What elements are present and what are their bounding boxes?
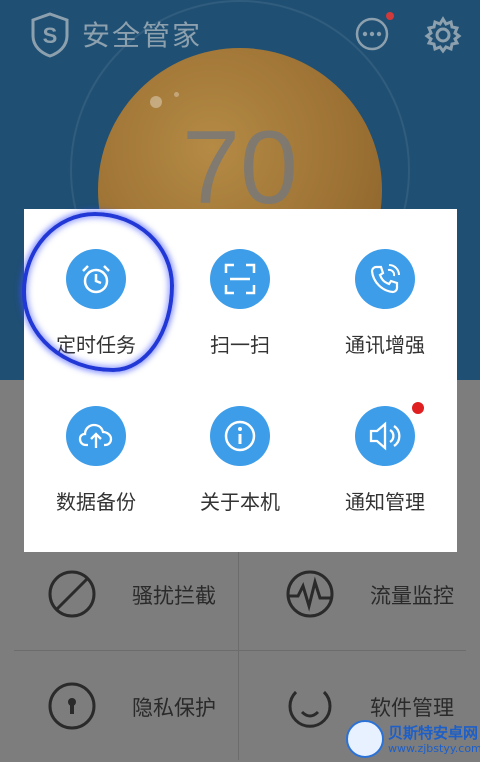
tile-label: 流量监控 — [370, 584, 454, 608]
new-badge-dot — [412, 402, 424, 414]
security-score: 70 — [182, 110, 298, 226]
info-icon — [224, 420, 256, 452]
tile-privacy-protection[interactable]: 隐私保护 — [16, 660, 242, 752]
action-label: 通知管理 — [345, 490, 425, 514]
action-about-device[interactable]: 关于本机 — [168, 366, 312, 526]
watermark: 贝斯特安卓网 www.zjbstyy.com — [346, 718, 480, 762]
tile-harassment-block[interactable]: 骚扰拦截 — [16, 548, 242, 640]
divider — [14, 650, 466, 651]
phone-enhance-icon — [370, 264, 400, 294]
privacy-lock-icon — [48, 682, 96, 730]
decor-dot — [150, 96, 162, 108]
action-icon-circle — [66, 406, 126, 466]
action-notification-management[interactable]: 通知管理 — [313, 366, 457, 526]
action-label: 扫一扫 — [210, 333, 270, 357]
action-icon-circle — [210, 249, 270, 309]
app-title: 安全管家 — [82, 19, 203, 52]
action-icon-circle — [210, 406, 270, 466]
tile-label: 隐私保护 — [132, 696, 216, 720]
watermark-title: 贝斯特安卓网 — [388, 724, 479, 742]
action-label: 数据备份 — [56, 490, 136, 514]
svg-text:S: S — [43, 23, 58, 48]
tile-traffic-monitor[interactable]: 流量监控 — [254, 548, 480, 640]
shield-logo-icon: S — [31, 12, 69, 58]
tile-label: 骚扰拦截 — [132, 584, 216, 608]
watermark-logo-icon — [346, 720, 384, 758]
speaker-icon — [369, 421, 401, 451]
watermark-url: www.zjbstyy.com — [388, 742, 480, 755]
notification-badge — [386, 12, 394, 20]
traffic-wave-icon — [286, 570, 334, 618]
action-call-enhance[interactable]: 通讯增强 — [313, 209, 457, 369]
action-label: 关于本机 — [200, 490, 280, 514]
gear-icon[interactable] — [424, 16, 462, 54]
action-label: 通讯增强 — [345, 333, 425, 357]
action-scan[interactable]: 扫一扫 — [168, 209, 312, 369]
cloud-upload-icon — [78, 423, 113, 448]
action-icon-circle — [355, 406, 415, 466]
software-icon — [288, 690, 332, 728]
action-data-backup[interactable]: 数据备份 — [24, 366, 168, 526]
decor-dot — [174, 92, 179, 97]
action-icon-circle — [355, 249, 415, 309]
more-menu-icon[interactable] — [354, 16, 390, 52]
top-bar: S 安全管家 — [0, 0, 480, 70]
scan-icon — [224, 263, 256, 295]
block-icon — [48, 570, 96, 618]
